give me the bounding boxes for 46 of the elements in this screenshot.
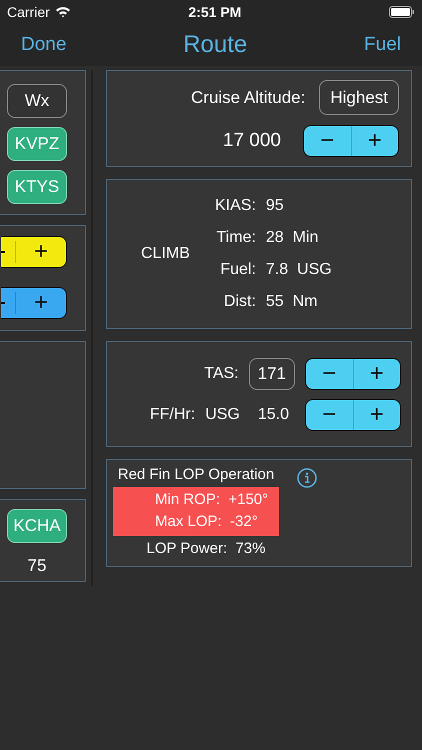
increment-button[interactable]: +	[352, 126, 398, 156]
climb-stat-label: Time:	[216, 228, 256, 248]
lop-limit-text: Max LOP: -32°	[155, 512, 259, 532]
tas-label: TAS:	[204, 364, 239, 384]
increment-button[interactable]: +	[16, 291, 66, 315]
wifi-icon	[54, 6, 71, 18]
climb-stat-value: 28 Min	[266, 228, 320, 248]
climb-stat-value: 95	[266, 196, 285, 216]
increment-button[interactable]: +	[354, 358, 400, 388]
stepper[interactable]: +	[1, 287, 67, 319]
fuel-button[interactable]: Fuel	[364, 30, 401, 60]
stepper[interactable]: − +	[305, 398, 401, 430]
decrement-button[interactable]: −	[306, 358, 354, 388]
climb-stat-label: KIAS:	[215, 196, 256, 216]
stepper[interactable]: − +	[305, 358, 401, 390]
increment-button[interactable]: +	[16, 240, 66, 264]
lop-power-text: LOP Power: 73%	[146, 538, 266, 558]
climb-label: CLIMB	[141, 244, 191, 264]
decrement-button[interactable]: −	[306, 400, 354, 430]
clock-time: 2:51 PM	[187, 2, 242, 22]
climb-stat-value: 55 Nm	[266, 292, 318, 312]
screen-title: Route	[183, 30, 248, 60]
tas-value: 171	[248, 358, 295, 390]
cruise-altitude-label: Cruise Altitude:	[191, 86, 306, 109]
battery-icon	[389, 6, 415, 18]
stepper[interactable]: − +	[303, 125, 399, 157]
altitude-value: 17 000	[222, 128, 281, 153]
fuel-flow-unit: USG	[205, 404, 240, 424]
fuel-flow-value: 15.0	[258, 404, 289, 424]
decrement-button[interactable]: −	[304, 126, 352, 156]
lop-title: Red Fin LOP Operation	[118, 465, 274, 485]
increment-button[interactable]: +	[354, 400, 400, 430]
weather-button[interactable]: Wx	[7, 84, 67, 118]
carrier-label: Carrier	[7, 2, 50, 22]
minus-icon	[1, 251, 5, 253]
done-button[interactable]: Done	[21, 30, 66, 60]
info-icon[interactable]	[297, 468, 317, 488]
climb-stat-value: 7.8 USG	[266, 260, 332, 280]
stepper[interactable]: +	[1, 236, 67, 268]
climb-stat-label: Fuel:	[219, 260, 256, 280]
minus-icon	[1, 302, 5, 304]
distance-value: 75	[26, 555, 48, 577]
altitude-mode-button[interactable]: Highest	[319, 80, 399, 115]
climb-stat-label: Dist:	[222, 292, 256, 312]
fuel-flow-label: FF/Hr:	[150, 404, 196, 424]
lop-limit-text: Min ROP: +150°	[155, 490, 270, 510]
